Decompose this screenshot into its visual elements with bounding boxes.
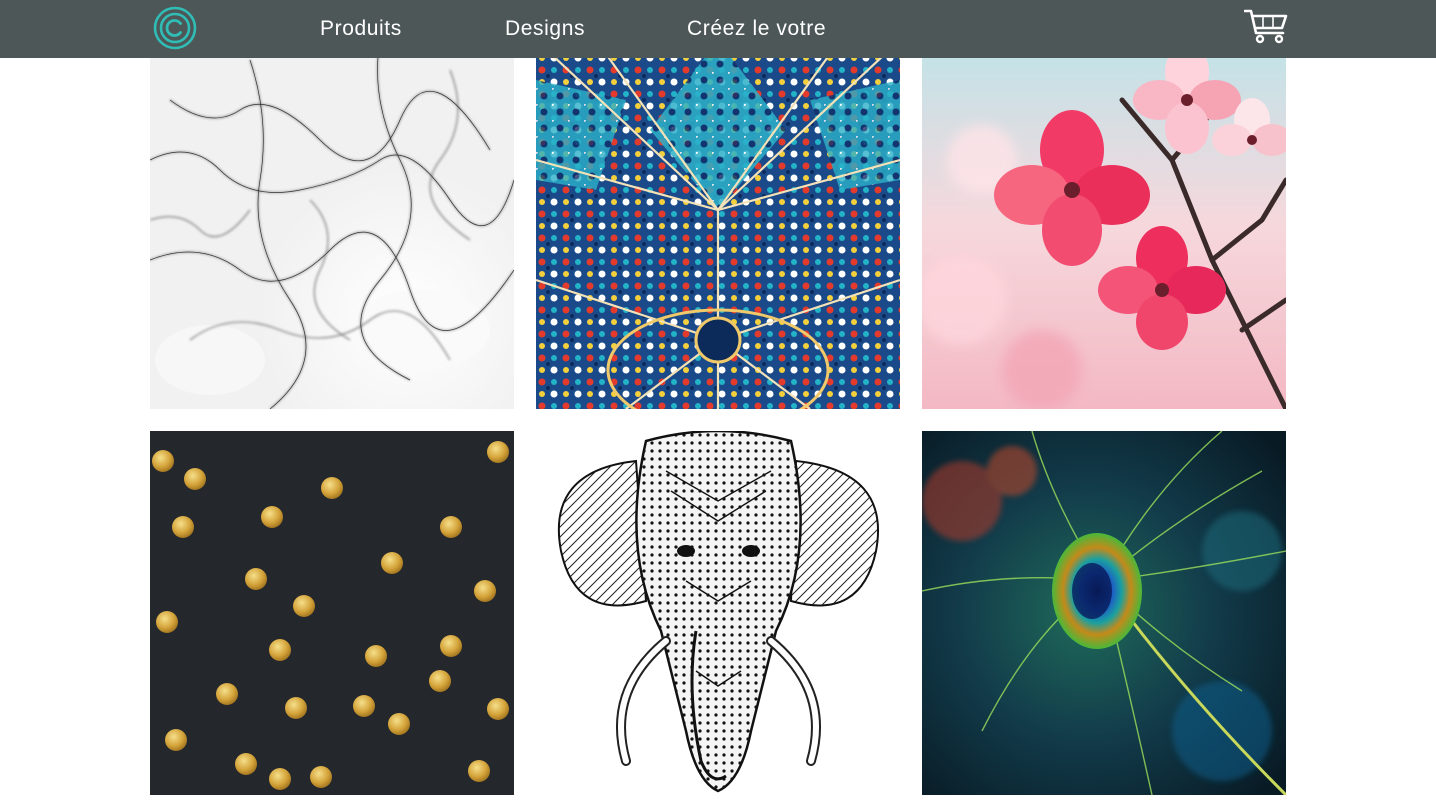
nav-link-designs[interactable]: Designs — [505, 17, 585, 41]
design-tile-gold-dots[interactable] — [150, 431, 514, 795]
logo-icon[interactable] — [152, 5, 198, 51]
design-tile-marble[interactable] — [150, 40, 514, 409]
top-navbar: Produits Designs Créez le votre — [0, 0, 1436, 58]
design-tile-blossom[interactable] — [922, 40, 1286, 409]
design-tile-mosaic[interactable] — [536, 40, 900, 409]
nav-link-produits[interactable]: Produits — [320, 17, 402, 41]
nav-link-creez-le-votre[interactable]: Créez le votre — [687, 17, 826, 41]
cart-icon[interactable] — [1243, 8, 1288, 44]
design-tile-peacock[interactable] — [922, 431, 1286, 795]
design-tile-elephant[interactable] — [536, 431, 900, 795]
